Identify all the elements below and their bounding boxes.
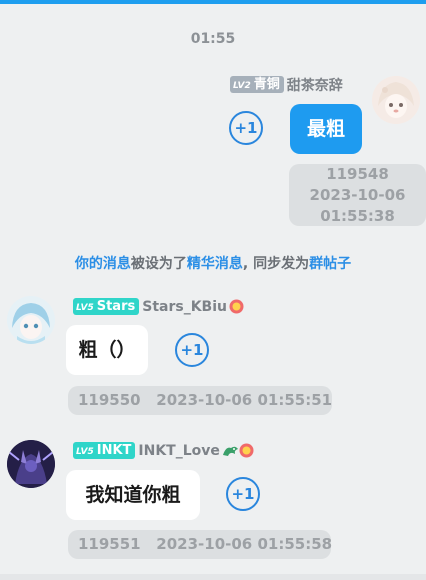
top-accent-bar bbox=[0, 0, 426, 4]
notice-link-essence[interactable]: 精华消息 bbox=[187, 256, 243, 272]
message-id: 119548 bbox=[326, 165, 389, 183]
timestamp-divider: 01:55 bbox=[190, 31, 236, 47]
sender-name-row: LV2 青铜 甜茶奈辞 bbox=[230, 74, 343, 94]
message-bubble[interactable]: 粗（） bbox=[66, 325, 148, 375]
level-badge: LV5 INKT bbox=[73, 442, 136, 459]
avatar[interactable] bbox=[7, 440, 55, 488]
avatar[interactable] bbox=[372, 76, 420, 124]
sender-name-row: LV5 INKT INKT_Love bbox=[73, 440, 254, 460]
plus-one-button[interactable]: +1 bbox=[229, 111, 263, 145]
message-time: 01:55:38 bbox=[320, 207, 395, 225]
dragon-icon bbox=[222, 443, 238, 458]
level-badge: LV2 青铜 bbox=[230, 76, 284, 93]
level-badge: LV5 Stars bbox=[73, 298, 140, 315]
input-area-edge bbox=[0, 574, 426, 580]
plus-one-button[interactable]: +1 bbox=[175, 333, 209, 367]
sender-name[interactable]: INKT_Love bbox=[138, 443, 219, 459]
system-notice: 你的消息被设为了精华消息, 同步发为群帖子 bbox=[74, 256, 352, 272]
message-meta: 119548 2023-10-06 01:55:38 bbox=[289, 164, 426, 226]
sender-name-row: LV5 Stars Stars_KBiu bbox=[73, 296, 244, 316]
message-date: 2023-10-06 bbox=[309, 186, 406, 204]
message-bubble[interactable]: 我知道你粗 bbox=[66, 470, 200, 520]
notice-link-group-post[interactable]: 群帖子 bbox=[309, 256, 351, 272]
plus-one-button[interactable]: +1 bbox=[226, 477, 260, 511]
sender-name[interactable]: Stars_KBiu bbox=[142, 299, 227, 315]
sender-name[interactable]: 甜茶奈辞 bbox=[287, 78, 343, 94]
avatar[interactable] bbox=[7, 296, 55, 344]
message-bubble[interactable]: 最粗 bbox=[290, 104, 362, 154]
message-meta: 119550 2023-10-06 01:55:51 bbox=[68, 386, 332, 415]
flower-icon bbox=[229, 299, 244, 314]
message-meta: 119551 2023-10-06 01:55:58 bbox=[68, 530, 332, 559]
notice-link-your-message[interactable]: 你的消息 bbox=[75, 256, 131, 272]
flower-icon bbox=[239, 443, 254, 458]
